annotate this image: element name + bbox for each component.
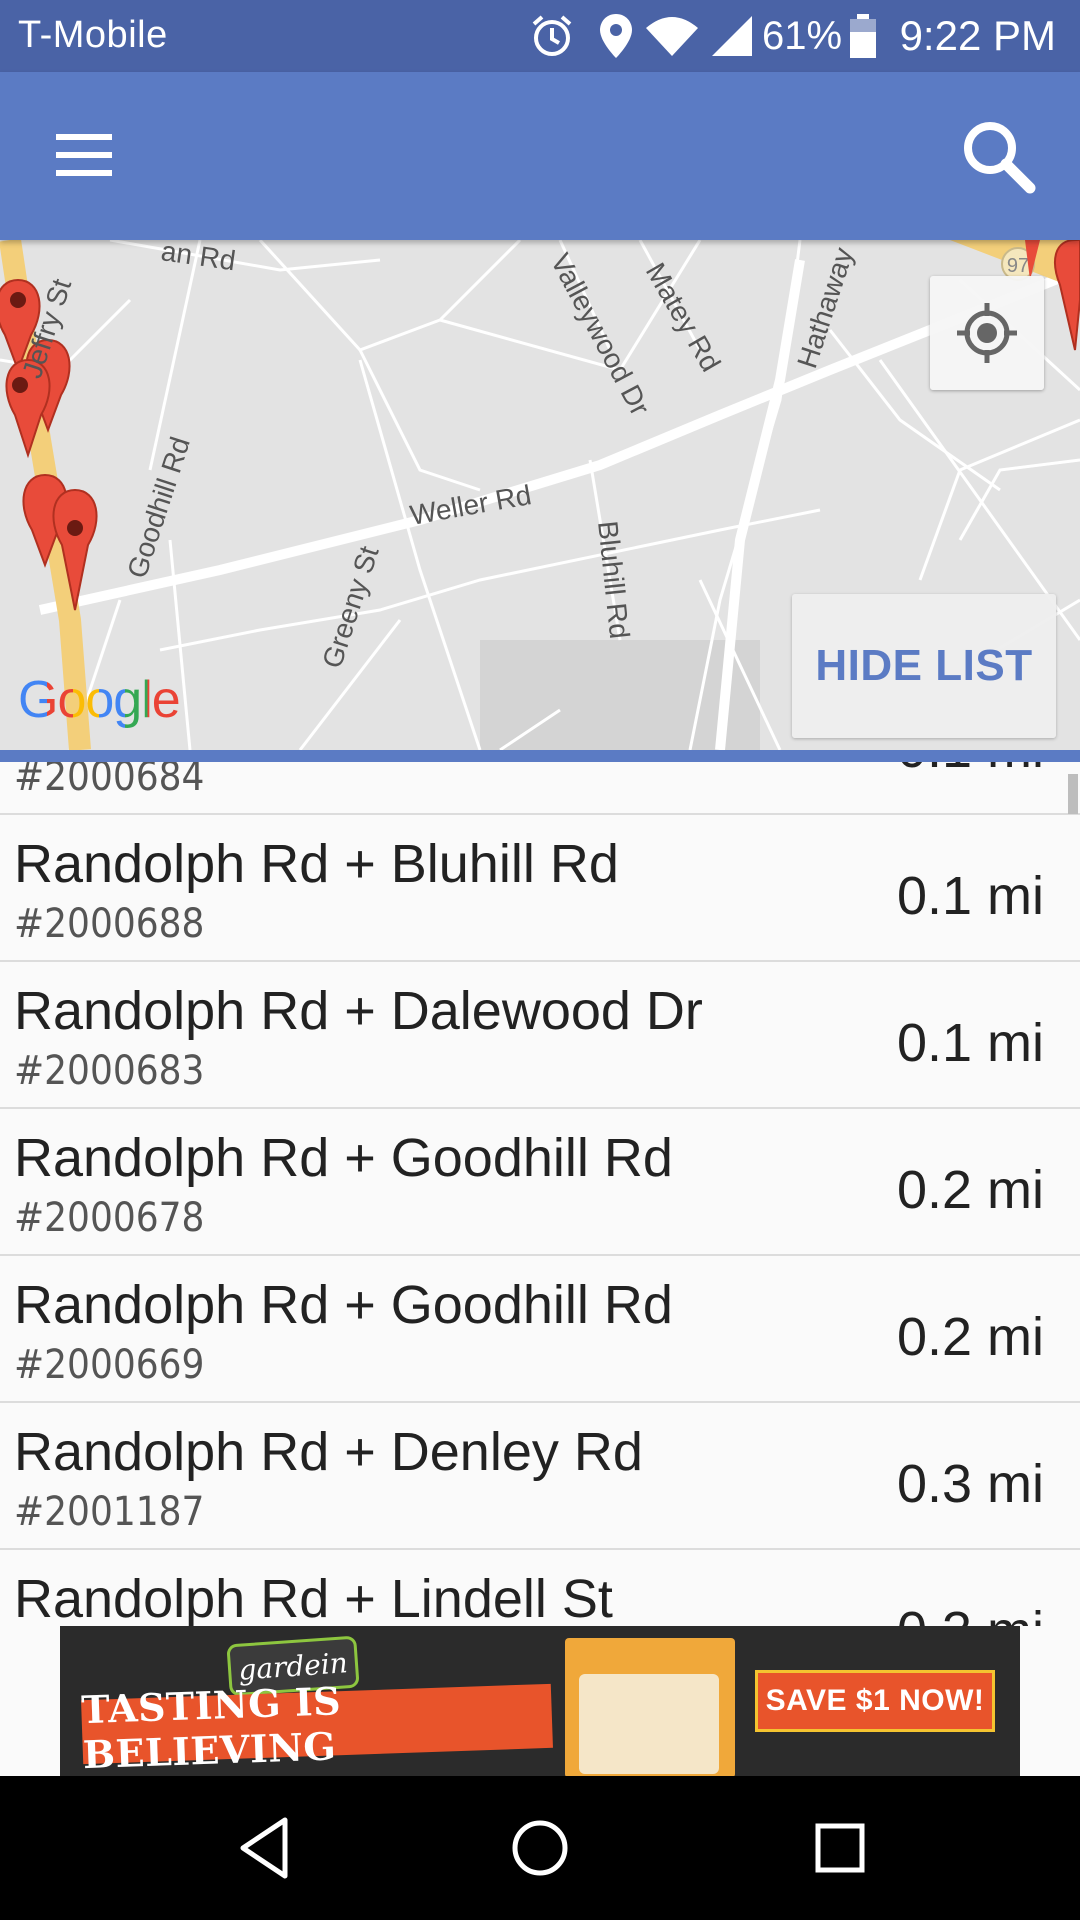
google-logo-text: Google	[18, 671, 181, 729]
list-item[interactable]: Randolph Rd + Denley Rd #2001187 0.3 mi	[0, 1403, 1080, 1550]
list-scrollbar[interactable]	[1068, 774, 1078, 814]
list-item[interactable]: Randolph Rd + Goodhill Rd #2000669 0.2 m…	[0, 1256, 1080, 1403]
stop-id: #2001187	[14, 1489, 205, 1535]
stop-distance: 0.3 mi	[896, 1454, 1044, 1514]
search-icon	[964, 122, 1036, 194]
stop-id: #2000683	[14, 1048, 205, 1094]
stop-name: Randolph Rd + Dalewood Dr	[14, 981, 703, 1041]
stop-name: Randolph Rd + Goodhill Rd	[14, 1128, 673, 1188]
status-bar: T-Mobile 61% 9:22 PM	[0, 0, 1080, 72]
stop-distance: 0.1 mi	[896, 866, 1044, 926]
stop-id: #2000688	[14, 901, 205, 947]
recents-button[interactable]	[790, 1806, 890, 1890]
my-location-button[interactable]	[930, 276, 1044, 390]
stop-id: #2000684	[14, 762, 205, 800]
list-item[interactable]: Randolph Rd + Dalewood Dr #2000683 0.1 m…	[0, 962, 1080, 1109]
location-icon	[600, 14, 632, 58]
alarm-icon	[532, 15, 572, 56]
home-circle-icon	[512, 1820, 568, 1876]
stop-name: Randolph Rd + Denley Rd	[14, 1422, 643, 1482]
stop-name: Randolph Rd + Lindell St	[14, 1569, 613, 1626]
google-attribution: Google	[18, 670, 181, 730]
wifi-icon	[646, 17, 698, 56]
list-item[interactable]: Randolph Rd + Lindell St 0.3 mi	[0, 1550, 1080, 1626]
battery-percent: 61%	[762, 14, 843, 58]
stop-name: Randolph Rd + Bluhill Rd	[14, 834, 619, 894]
stop-distance: 0.1 mi	[897, 762, 1044, 780]
stop-name: Randolph Rd + Goodhill Rd	[14, 1275, 673, 1335]
stop-distance: 0.1 mi	[896, 1013, 1044, 1073]
back-button[interactable]	[215, 1806, 315, 1890]
recents-square-icon	[815, 1823, 865, 1873]
stop-id: #2000669	[14, 1342, 205, 1388]
ad-cta-button[interactable]: SAVE $1 NOW!	[755, 1670, 995, 1732]
list-item[interactable]: Randolph Rd + Goodhill Rd #2000678 0.2 m…	[0, 1109, 1080, 1256]
signal-icon	[712, 16, 752, 56]
hide-list-button[interactable]: HIDE LIST	[792, 594, 1056, 738]
battery-icon	[850, 14, 876, 58]
menu-button[interactable]	[42, 122, 126, 190]
stop-id: #2000678	[14, 1195, 205, 1241]
stop-distance: 0.2 mi	[896, 1307, 1044, 1367]
ad-product-image	[565, 1638, 735, 1776]
app-bar	[0, 72, 1080, 240]
clock: 9:22 PM	[899, 12, 1056, 59]
route-shield: 97	[1007, 255, 1029, 277]
stop-distance: 0.2 mi	[896, 1160, 1044, 1220]
map-view[interactable]: 97 an Rd Jeffry St Goodhill Rd Valleywoo…	[0, 240, 1080, 750]
stop-list[interactable]: #2000684 0.1 mi Randolph Rd + Bluhill Rd…	[0, 762, 1080, 1626]
carrier-name: T-Mobile	[18, 14, 168, 56]
my-location-icon	[957, 303, 1017, 363]
list-item[interactable]: #2000684 0.1 mi	[0, 762, 1080, 815]
map-list-divider	[0, 750, 1080, 762]
system-nav-bar	[0, 1776, 1080, 1920]
stop-distance: 0.3 mi	[897, 1600, 1044, 1626]
ad-banner[interactable]: gardein TASTING IS BELIEVING SAVE $1 NOW…	[60, 1626, 1020, 1776]
search-button[interactable]	[956, 114, 1040, 198]
ad-tagline: TASTING IS BELIEVING	[81, 1678, 553, 1776]
home-button[interactable]	[490, 1806, 590, 1890]
back-triangle-icon	[240, 1817, 288, 1879]
list-item[interactable]: Randolph Rd + Bluhill Rd #2000688 0.1 mi	[0, 815, 1080, 962]
